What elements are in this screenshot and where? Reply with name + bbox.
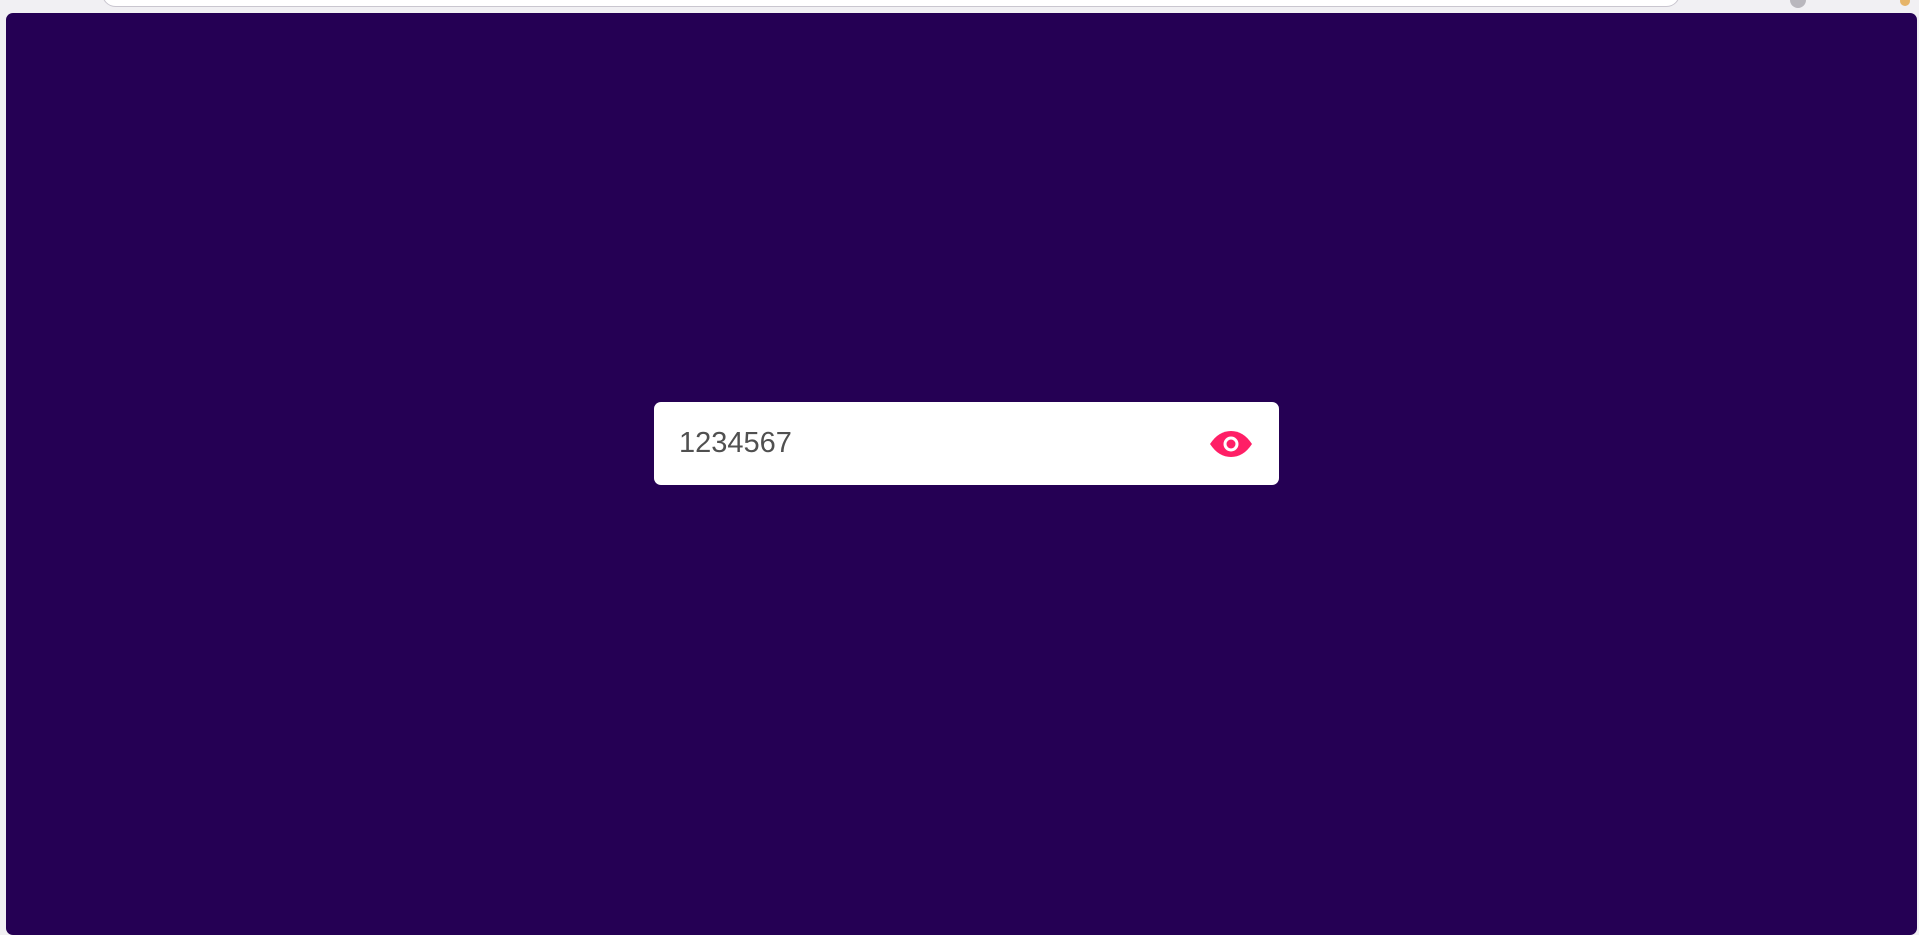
page-content (6, 13, 1917, 935)
address-bar[interactable] (102, 0, 1680, 7)
password-input[interactable] (679, 423, 1195, 464)
extension-icon[interactable] (1900, 0, 1910, 6)
password-field-container (654, 402, 1279, 485)
profile-icon[interactable] (1790, 0, 1806, 8)
eye-icon (1208, 430, 1254, 458)
browser-chrome (0, 0, 1919, 12)
show-password-button[interactable] (1207, 427, 1255, 461)
